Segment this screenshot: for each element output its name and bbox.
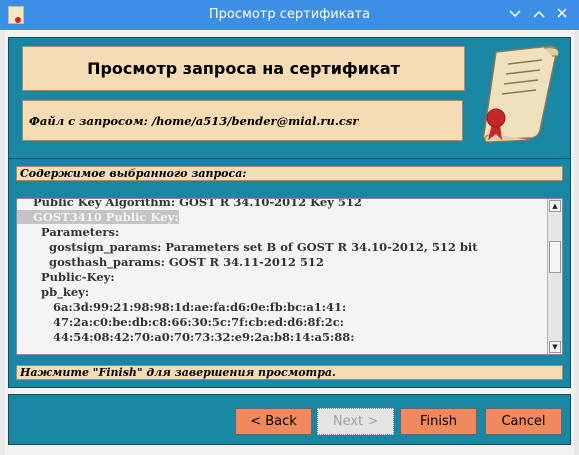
request-text: Public Key Algorithm: GOST R 34.10-2012 …	[17, 198, 478, 345]
text-line: 47:2a:c0:be:db:c8:66:30:5c:7f:cb:ed:d6:8…	[17, 315, 344, 329]
window-title: Просмотр сертификата	[208, 7, 371, 22]
text-line: pb_key:	[17, 285, 90, 299]
scroll-up-button[interactable]: ▲	[549, 200, 561, 212]
text-line: Public-Key:	[17, 270, 115, 284]
finish-button[interactable]: Finish	[400, 408, 477, 435]
button-bar: < Back Next > Finish Cancel	[8, 394, 571, 445]
section-label: Содержимое выбранного запроса:	[16, 166, 563, 181]
header-panel: Просмотр запроса на сертификат Файл с за…	[8, 37, 571, 160]
text-line: gostsign_params: Parameters set B of GOS…	[17, 240, 478, 254]
text-line: gosthash_params: GOST R 34.11-2012 512	[17, 255, 324, 269]
request-file-path: Файл с запросом: /home/a513/bender@mial.…	[22, 100, 463, 141]
chevron-up-icon	[533, 10, 545, 18]
content-panel: Содержимое выбранного запроса: Public Ke…	[8, 158, 571, 388]
maximize-button[interactable]	[529, 5, 549, 25]
minimize-button[interactable]	[505, 5, 525, 25]
text-line-highlighted: GOST3410 Public Key:	[17, 210, 179, 224]
scroll-down-button[interactable]: ▼	[549, 341, 561, 353]
title-bar[interactable]: Просмотр сертификата	[0, 0, 579, 30]
cancel-button[interactable]: Cancel	[485, 408, 562, 435]
request-content-textarea[interactable]: Public Key Algorithm: GOST R 34.10-2012 …	[16, 198, 563, 355]
text-line: 44:54:08:42:70:a0:70:73:32:e9:2a:b8:14:a…	[17, 330, 355, 344]
close-icon	[557, 8, 567, 18]
vertical-scrollbar[interactable]: ▲ ▼	[547, 199, 562, 354]
text-line: Public Key Algorithm: GOST R 34.10-2012 …	[17, 198, 362, 209]
hint-bar: Нажмите "Finish" для завершения просмотр…	[16, 365, 563, 380]
next-button[interactable]: Next >	[317, 408, 394, 435]
page-title: Просмотр запроса на сертификат	[22, 46, 465, 91]
certificate-scroll-icon	[482, 45, 560, 143]
text-line: Parameters:	[17, 225, 120, 239]
dialog-window: Просмотр запроса на сертификат Файл с за…	[5, 30, 574, 455]
close-button[interactable]	[552, 5, 572, 25]
chevron-down-icon	[509, 10, 521, 18]
text-line: 6a:3d:99:21:98:98:1d:ae:fa:d6:0e:fb:bc:a…	[17, 300, 347, 314]
scroll-thumb[interactable]	[549, 241, 561, 273]
back-button[interactable]: < Back	[235, 408, 312, 435]
